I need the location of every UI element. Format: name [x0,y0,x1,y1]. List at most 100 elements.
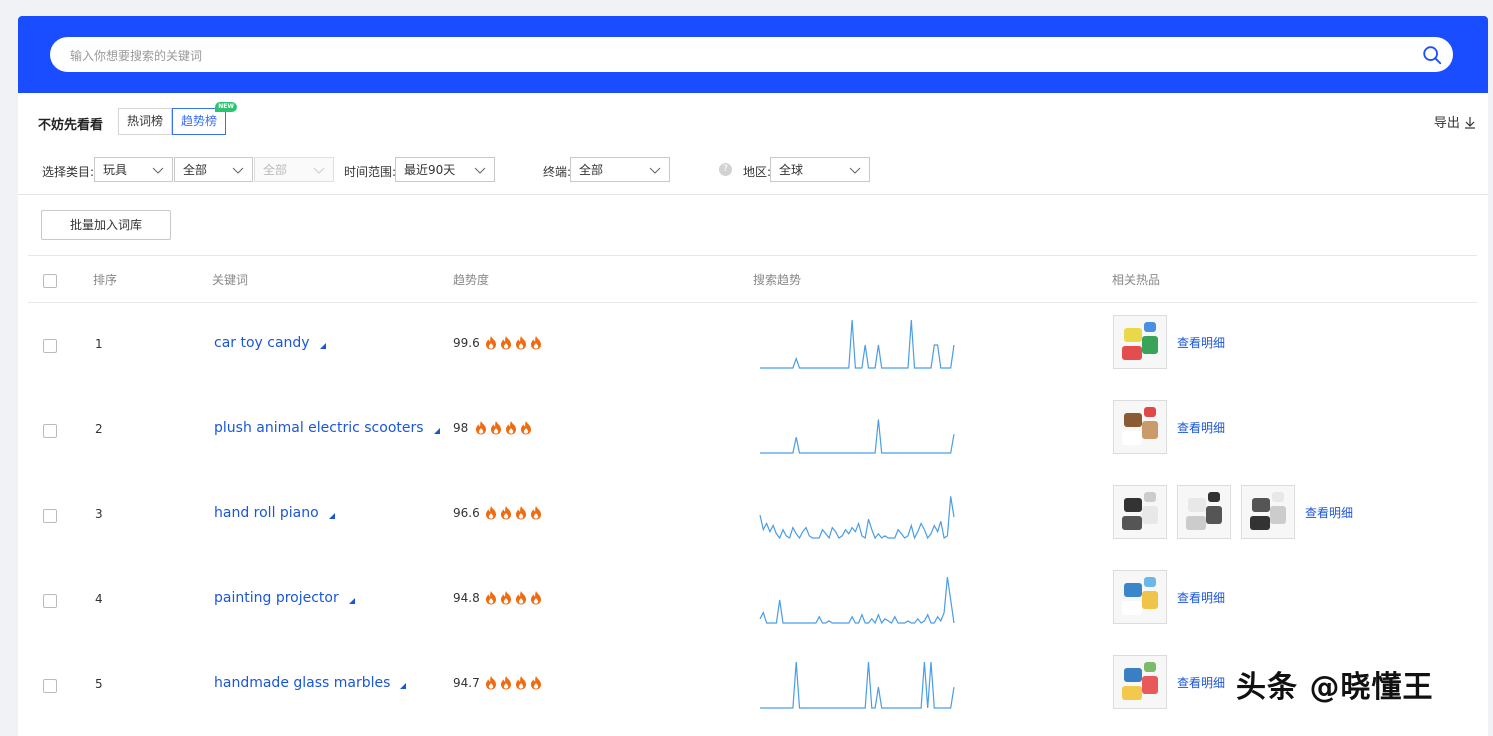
fire-icon [531,506,541,520]
row-checkbox[interactable] [43,509,57,523]
header-rank: 排序 [93,273,118,287]
corner-triangle-icon [348,598,355,604]
divider [18,194,1488,195]
corner-triangle-icon [400,683,407,689]
row-rank: 2 [95,422,103,436]
view-detail-link[interactable]: 查看明细 [1177,334,1225,351]
fire-rating [484,590,543,605]
fire-rating [484,335,543,350]
trend-line [759,496,955,540]
product-thumbnail[interactable] [1177,485,1231,539]
view-detail-link[interactable]: 查看明细 [1177,674,1225,691]
category-label: 选择类目: [42,165,95,179]
select-all-checkbox[interactable] [43,274,57,288]
help-icon[interactable]: ? [719,163,732,176]
fire-icon [501,591,511,605]
header-hot-products: 相关热品 [1112,273,1161,287]
region-select[interactable]: 全球 [770,157,870,182]
corner-triangle-icon [319,343,326,349]
product-image [1114,486,1166,538]
fire-icon [516,676,526,690]
keyword-link[interactable]: plush animal electric scooters [214,420,440,436]
keyword-text: car toy candy [214,335,310,351]
search-trend-sparkline [759,577,955,625]
export-button[interactable]: 导出 [1434,112,1476,131]
watermark: 头条 @晓懂王 [1236,670,1434,705]
search-banner [18,16,1488,93]
category-select-1[interactable]: 玩具 [94,157,173,182]
new-badge: NEW [215,102,238,112]
trend-score: 99.6 [453,336,480,350]
trend-line [759,577,955,625]
keyword-link[interactable]: car toy candy [214,335,326,351]
product-thumbnail[interactable] [1113,400,1167,454]
product-image [1242,486,1294,538]
tab-trend-label: 趋势榜 [181,114,218,128]
time-range-value: 最近90天 [404,163,456,177]
time-range-select[interactable]: 最近90天 [395,157,495,182]
keyword-link[interactable]: hand roll piano [214,505,335,521]
product-image [1114,656,1166,708]
row-checkbox[interactable] [43,339,57,353]
fire-rating [474,420,533,435]
trend-score: 98 [453,421,469,435]
hot-products: 查看明细 [1113,315,1225,369]
view-detail-link[interactable]: 查看明细 [1177,419,1225,436]
category-select-2[interactable]: 全部 [174,157,253,182]
product-image [1114,571,1166,623]
fire-icon [516,591,526,605]
filter-bar: 选择类目: 玩具 全部 全部 时间范围: 最近90天 终端: 全部 ? 地区: … [42,157,1462,184]
product-thumbnail[interactable] [1113,485,1167,539]
bulk-add-button[interactable]: 批量加入词库 [41,210,171,240]
hot-products: 查看明细 [1113,655,1225,709]
fire-icon [516,506,526,520]
view-detail-link[interactable]: 查看明细 [1177,589,1225,606]
chevron-down-icon [313,167,325,174]
row-rank: 4 [95,592,103,606]
trend-line [760,662,955,709]
row-rank: 3 [95,507,103,521]
hot-products: 查看明细 [1113,485,1353,539]
fire-icon [501,506,511,520]
fire-icon [501,336,511,350]
table-row: 1 car toy candy 99.6 查看明细 [28,302,1477,387]
tab-trend[interactable]: 趋势榜 NEW [172,102,238,135]
terminal-select[interactable]: 全部 [570,157,670,182]
row-checkbox[interactable] [43,594,57,608]
product-thumbnail[interactable] [1113,655,1167,709]
fire-icon [501,676,511,690]
product-image [1114,316,1166,368]
fire-icon [476,421,486,435]
terminal-value: 全部 [579,163,604,177]
category-select-3: 全部 [254,157,334,182]
ranking-tabs: 热词榜 趋势榜 NEW [118,102,238,135]
view-detail-link[interactable]: 查看明细 [1305,504,1353,521]
product-thumbnail[interactable] [1113,315,1167,369]
search-icon[interactable] [1421,44,1443,66]
table-header: 排序 关键词 趋势度 搜索趋势 相关热品 [28,255,1477,303]
product-thumbnail[interactable] [1113,570,1167,624]
search-trend-sparkline [760,662,955,709]
search-input[interactable] [68,37,1402,74]
tab-hot-words[interactable]: 热词榜 [118,108,173,135]
product-thumbnail[interactable] [1241,485,1295,539]
fire-icon [531,336,541,350]
keyword-text: hand roll piano [214,505,319,521]
search-trend-sparkline [759,496,955,540]
chevron-down-icon [474,167,486,174]
fire-icon [486,336,496,350]
keyword-link[interactable]: handmade glass marbles [214,675,407,691]
row-checkbox[interactable] [43,424,57,438]
trend-line [760,419,955,454]
keyword-text: handmade glass marbles [214,675,391,691]
header-search-trend: 搜索趋势 [753,273,802,287]
fire-icon [486,676,496,690]
category-select-3-value: 全部 [263,163,288,177]
fire-icon [486,506,496,520]
chevron-down-icon [649,167,661,174]
category-select-2-value: 全部 [183,163,208,177]
keyword-text: painting projector [214,590,339,606]
row-checkbox[interactable] [43,679,57,693]
keyword-link[interactable]: painting projector [214,590,355,606]
table-row: 3 hand roll piano 96.6 查看明细 [28,472,1477,557]
